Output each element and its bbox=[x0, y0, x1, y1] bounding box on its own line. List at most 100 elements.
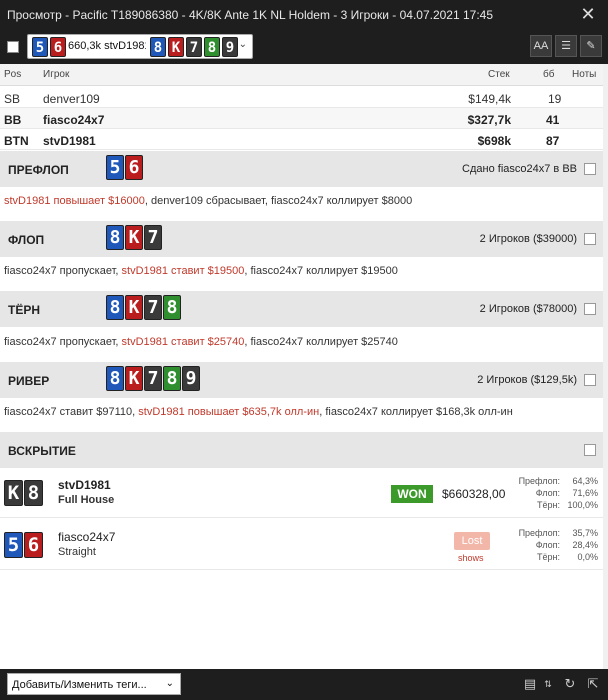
player-bb: 19 bbox=[548, 92, 562, 106]
equity-label: Префлоп: bbox=[518, 528, 560, 538]
equity-label: Флоп: bbox=[535, 488, 560, 498]
showdown-row: 56 fiasco24x7 Straight Lost shows Префло… bbox=[0, 520, 603, 570]
card: 5 bbox=[106, 155, 124, 180]
showdown-row: K8 stvD1981 Full House WON $660328,00 Пр… bbox=[0, 468, 603, 518]
card: 8 bbox=[24, 480, 43, 506]
player-row[interactable]: BTN stvD1981 $698k 87 bbox=[0, 129, 603, 150]
card: K bbox=[125, 295, 143, 320]
tags-label: Добавить/Изменить теги... bbox=[12, 679, 147, 691]
card: 9 bbox=[222, 37, 238, 57]
players-header: Pos Игрок Стек бб Ноты bbox=[0, 64, 603, 86]
street-checkbox[interactable] bbox=[584, 163, 596, 175]
card: 8 bbox=[204, 37, 220, 57]
col-pos: Pos bbox=[4, 69, 22, 80]
player-bb: 41 bbox=[546, 113, 560, 127]
equity-value: 0,0% bbox=[577, 552, 598, 562]
player-row[interactable]: BB fiasco24x7 $327,7k 41 bbox=[0, 108, 603, 129]
action-text: fiasco24x7 пропускает, bbox=[4, 265, 122, 277]
player-stack: $149,4k bbox=[468, 92, 511, 106]
card: 7 bbox=[144, 366, 162, 391]
card: 7 bbox=[144, 225, 162, 250]
hand-selector-label: 660,3k stvD1981 bbox=[68, 40, 146, 52]
col-notes: Ноты bbox=[572, 69, 597, 80]
col-bb: бб bbox=[543, 69, 555, 80]
col-stack: Стек bbox=[488, 69, 510, 80]
turn-actions: fiasco24x7 пропускает, stvD1981 ставит $… bbox=[4, 336, 398, 348]
showdown-cards: 56 bbox=[4, 532, 44, 558]
card: 8 bbox=[163, 366, 181, 391]
card: 7 bbox=[186, 37, 202, 57]
player-name: denver109 bbox=[43, 92, 100, 106]
action-text: , fiasco24x7 коллирует $19500 bbox=[244, 265, 398, 277]
showdown-hand-rank: Straight bbox=[58, 546, 96, 558]
street-info: Сдано fiasco24x7 в BB bbox=[462, 163, 577, 175]
showdown-cards: K8 bbox=[4, 480, 44, 506]
street-preflop: ПРЕФЛОП 56 Сдано fiasco24x7 в BB bbox=[0, 151, 603, 187]
chevron-down-icon[interactable]: ⌄ bbox=[239, 39, 247, 50]
street-showdown: ВСКРЫТИЕ bbox=[0, 432, 603, 468]
action-text: fiasco24x7 пропускает, bbox=[4, 336, 122, 348]
player-name: fiasco24x7 bbox=[43, 113, 105, 127]
equity-label: Префлоп: bbox=[518, 476, 560, 486]
hand-selector-dropdown[interactable]: 56 660,3k stvD1981 8K789 ⌄ bbox=[27, 34, 253, 59]
card: 8 bbox=[150, 37, 166, 57]
street-checkbox[interactable] bbox=[584, 233, 596, 245]
street-info: 2 Игроков ($39000) bbox=[479, 233, 577, 245]
font-size-button[interactable]: AA bbox=[530, 35, 552, 57]
copy-icon[interactable]: ▤ bbox=[520, 674, 540, 694]
player-row[interactable]: SB denver109 $149,4k 19 bbox=[0, 87, 603, 108]
card: 8 bbox=[163, 295, 181, 320]
card: 6 bbox=[24, 532, 43, 558]
refresh-icon[interactable]: ↻ bbox=[560, 674, 580, 694]
hand-hole-cards: 56 bbox=[32, 37, 68, 57]
player-stack: $698k bbox=[477, 134, 511, 148]
equity-label: Флоп: bbox=[535, 540, 560, 550]
street-name: ВСКРЫТИЕ bbox=[8, 444, 76, 458]
won-amount: $660328,00 bbox=[442, 487, 506, 501]
window-title: Просмотр - Pacific T189086380 - 4K/8K An… bbox=[7, 8, 494, 22]
card: K bbox=[168, 37, 184, 57]
showdown-player-name: fiasco24x7 bbox=[58, 530, 116, 544]
equity-value: 100,0% bbox=[567, 500, 598, 510]
card: 8 bbox=[106, 225, 124, 250]
tags-dropdown[interactable]: Добавить/Изменить теги... ⌄ bbox=[7, 673, 181, 695]
street-checkbox[interactable] bbox=[584, 303, 596, 315]
col-player: Игрок bbox=[43, 69, 70, 80]
player-bb: 87 bbox=[546, 134, 560, 148]
street-checkbox[interactable] bbox=[584, 374, 596, 386]
export-icon[interactable]: ⇱ bbox=[583, 674, 603, 694]
list-view-button[interactable]: ☰ bbox=[555, 35, 577, 57]
street-river: РИВЕР 8K789 2 Игроков ($129,5k) bbox=[0, 362, 603, 398]
street-checkbox[interactable] bbox=[584, 444, 596, 456]
select-hand-checkbox[interactable] bbox=[7, 41, 19, 53]
card: 8 bbox=[106, 295, 124, 320]
street-name: ФЛОП bbox=[8, 233, 45, 247]
player-pos: BB bbox=[4, 113, 22, 127]
edit-button[interactable]: ✎ bbox=[580, 35, 602, 57]
scrollbar[interactable] bbox=[603, 64, 608, 669]
shows-label: shows bbox=[458, 553, 484, 563]
player-pos: SB bbox=[4, 92, 21, 106]
title-bar: Просмотр - Pacific T189086380 - 4K/8K An… bbox=[0, 0, 608, 30]
card: 5 bbox=[32, 37, 48, 57]
card: K bbox=[125, 225, 143, 250]
equity-value: 35,7% bbox=[572, 528, 598, 538]
player-pos: BTN bbox=[4, 134, 29, 148]
equity-label: Тёрн: bbox=[537, 500, 560, 510]
equity-value: 64,3% bbox=[572, 476, 598, 486]
card: 6 bbox=[50, 37, 66, 57]
street-name: ПРЕФЛОП bbox=[8, 163, 69, 177]
equity-label: Тёрн: bbox=[537, 552, 560, 562]
equity-value: 28,4% bbox=[572, 540, 598, 550]
card: 5 bbox=[4, 532, 23, 558]
close-icon[interactable]: ✕ bbox=[568, 0, 608, 30]
bottom-bar: Добавить/Изменить теги... ⌄ ▤ ⇅ ↻ ⇱ bbox=[0, 669, 608, 700]
chevron-down-icon[interactable]: ⌄ bbox=[166, 678, 174, 689]
showdown-hand-rank: Full House bbox=[58, 494, 115, 506]
action-text: stvD1981 повышает $635,7k олл-ин bbox=[138, 406, 320, 418]
action-text: stvD1981 ставит $25740 bbox=[121, 336, 245, 348]
action-text: stvD1981 ставит $19500 bbox=[121, 265, 245, 277]
card: 9 bbox=[182, 366, 200, 391]
hand-board-cards: 8K789 bbox=[150, 37, 240, 57]
chevron-updown-icon[interactable]: ⇅ bbox=[538, 674, 558, 694]
